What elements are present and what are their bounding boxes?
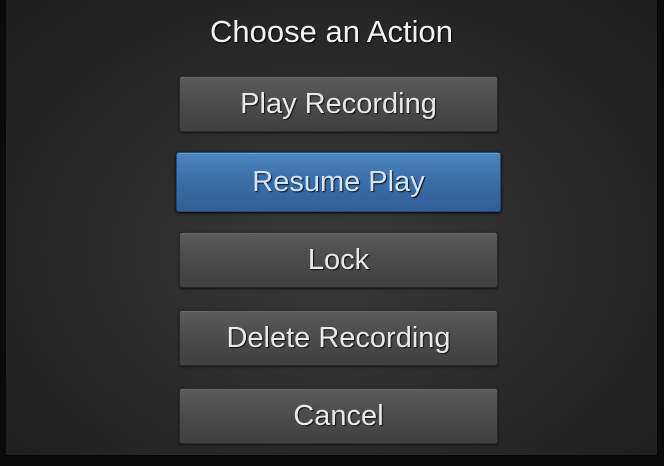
lock-label: Lock <box>307 243 370 276</box>
action-menu: Play Recording Resume Play Lock Delete R… <box>176 76 501 466</box>
lock-button[interactable]: Lock <box>179 232 498 288</box>
dialog-title: Choose an Action <box>209 14 453 49</box>
cancel-label: Cancel <box>293 399 384 432</box>
delete-recording-label: Delete Recording <box>226 321 451 354</box>
resume-play-button[interactable]: Resume Play <box>176 152 501 212</box>
delete-recording-button[interactable]: Delete Recording <box>179 310 498 366</box>
play-recording-label: Play Recording <box>240 87 437 120</box>
cancel-button[interactable]: Cancel <box>179 388 498 444</box>
resume-play-label: Resume Play <box>252 165 425 198</box>
action-dialog: Choose an Action Play Recording Resume P… <box>6 0 658 456</box>
play-recording-button[interactable]: Play Recording <box>179 76 498 132</box>
